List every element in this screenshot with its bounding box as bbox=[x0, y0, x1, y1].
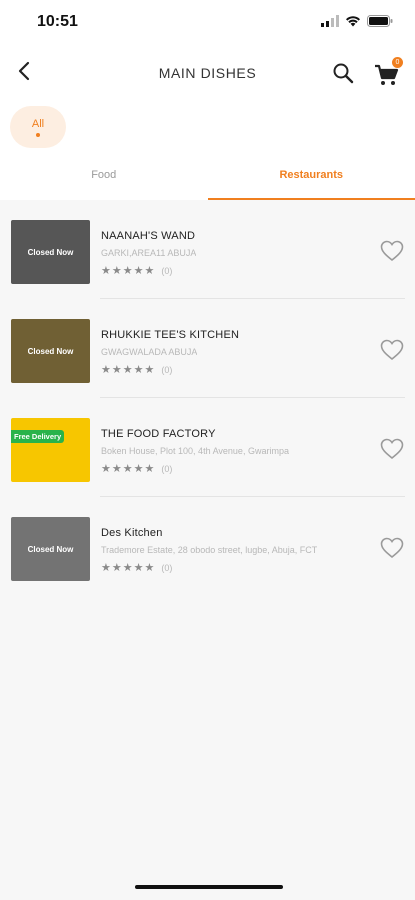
restaurant-address: Boken House, Plot 100, 4th Avenue, Gwari… bbox=[101, 446, 289, 456]
tab-food[interactable]: Food bbox=[0, 150, 208, 200]
star-rating: ★ ★ ★ ★ ★ (0) bbox=[101, 561, 172, 574]
closed-now-label: Closed Now bbox=[27, 545, 74, 554]
star-icon: ★ bbox=[101, 364, 111, 376]
star-icon: ★ bbox=[101, 265, 111, 277]
star-icon: ★ bbox=[144, 562, 155, 574]
star-icon: ★ bbox=[122, 364, 133, 376]
restaurant-name: NAANAH'S WAND bbox=[101, 230, 196, 242]
star-icon: ★ bbox=[111, 265, 122, 277]
search-button[interactable] bbox=[331, 61, 355, 85]
star-icon: ★ bbox=[144, 463, 155, 475]
signal-icon bbox=[321, 14, 339, 32]
favorite-button[interactable] bbox=[380, 339, 404, 361]
star-icon: ★ bbox=[122, 562, 133, 574]
status-time: 10:51 bbox=[37, 13, 78, 30]
restaurant-address: Trademore Estate, 28 obodo street, lugbe… bbox=[101, 545, 318, 555]
closed-now-label: Closed Now bbox=[27, 248, 74, 257]
filter-chip-all[interactable]: All bbox=[10, 106, 66, 148]
filter-bar: All bbox=[0, 102, 415, 150]
tab-restaurants[interactable]: Restaurants bbox=[207, 150, 415, 200]
restaurant-name: RHUKKIE TEE'S KITCHEN bbox=[101, 329, 240, 341]
star-icon: ★ bbox=[144, 364, 155, 376]
status-icons bbox=[321, 14, 393, 32]
rating-count: (0) bbox=[161, 364, 173, 375]
star-icon: ★ bbox=[101, 463, 111, 475]
star-icon: ★ bbox=[101, 562, 111, 574]
home-indicator[interactable] bbox=[135, 885, 283, 889]
star-icon: ★ bbox=[133, 364, 144, 376]
restaurant-row[interactable]: Closed Now Des Kitchen Trademore Estate,… bbox=[0, 497, 415, 596]
star-rating: ★ ★ ★ ★ ★ (0) bbox=[101, 264, 172, 277]
restaurant-row[interactable]: Free Delivery THE FOOD FACTORY Boken Hou… bbox=[0, 398, 415, 497]
restaurant-name: Des Kitchen bbox=[101, 527, 163, 539]
star-rating: ★ ★ ★ ★ ★ (0) bbox=[101, 363, 172, 376]
cart-button[interactable]: 0 bbox=[373, 57, 403, 89]
star-icon: ★ bbox=[133, 562, 144, 574]
filter-chip-label: All bbox=[31, 117, 45, 130]
status-bar: 10:51 bbox=[0, 0, 415, 44]
wifi-icon bbox=[345, 14, 361, 32]
restaurant-row[interactable]: Closed Now NAANAH'S WAND GARKI,AREA11 AB… bbox=[0, 200, 415, 299]
chip-indicator-dot bbox=[36, 132, 40, 137]
closed-now-label: Closed Now bbox=[27, 347, 74, 356]
heart-outline-icon bbox=[380, 438, 404, 464]
heart-outline-icon bbox=[380, 240, 404, 266]
star-icon: ★ bbox=[133, 463, 144, 475]
restaurant-address: GARKI,AREA11 ABUJA bbox=[101, 248, 197, 258]
restaurant-list: Closed Now NAANAH'S WAND GARKI,AREA11 AB… bbox=[0, 200, 415, 596]
rating-count: (0) bbox=[161, 265, 173, 276]
tab-bar: Food Restaurants bbox=[0, 150, 415, 200]
restaurant-thumbnail: Closed Now bbox=[11, 220, 90, 284]
battery-icon bbox=[367, 14, 393, 32]
free-delivery-badge: Free Delivery bbox=[11, 430, 65, 443]
app-bar: MAIN DISHES 0 bbox=[0, 44, 415, 102]
cart-count-badge: 0 bbox=[392, 57, 403, 68]
favorite-button[interactable] bbox=[380, 537, 404, 559]
star-icon: ★ bbox=[133, 265, 144, 277]
star-icon: ★ bbox=[111, 463, 122, 475]
rating-count: (0) bbox=[161, 463, 173, 474]
restaurant-row[interactable]: Closed Now RHUKKIE TEE'S KITCHEN GWAGWAL… bbox=[0, 299, 415, 398]
favorite-button[interactable] bbox=[380, 240, 404, 262]
rating-count: (0) bbox=[161, 562, 173, 573]
heart-outline-icon bbox=[380, 339, 404, 365]
star-icon: ★ bbox=[144, 265, 155, 277]
restaurant-name: THE FOOD FACTORY bbox=[101, 428, 216, 440]
star-rating: ★ ★ ★ ★ ★ (0) bbox=[101, 462, 172, 475]
restaurant-address: GWAGWALADA ABUJA bbox=[101, 347, 198, 357]
restaurant-thumbnail: Closed Now bbox=[11, 517, 90, 581]
star-icon: ★ bbox=[111, 364, 122, 376]
favorite-button[interactable] bbox=[380, 438, 404, 460]
restaurant-thumbnail: Free Delivery bbox=[11, 418, 90, 482]
restaurant-thumbnail: Closed Now bbox=[11, 319, 90, 383]
star-icon: ★ bbox=[111, 562, 122, 574]
search-icon bbox=[331, 63, 355, 89]
star-icon: ★ bbox=[122, 265, 133, 277]
heart-outline-icon bbox=[380, 537, 404, 563]
star-icon: ★ bbox=[122, 463, 133, 475]
